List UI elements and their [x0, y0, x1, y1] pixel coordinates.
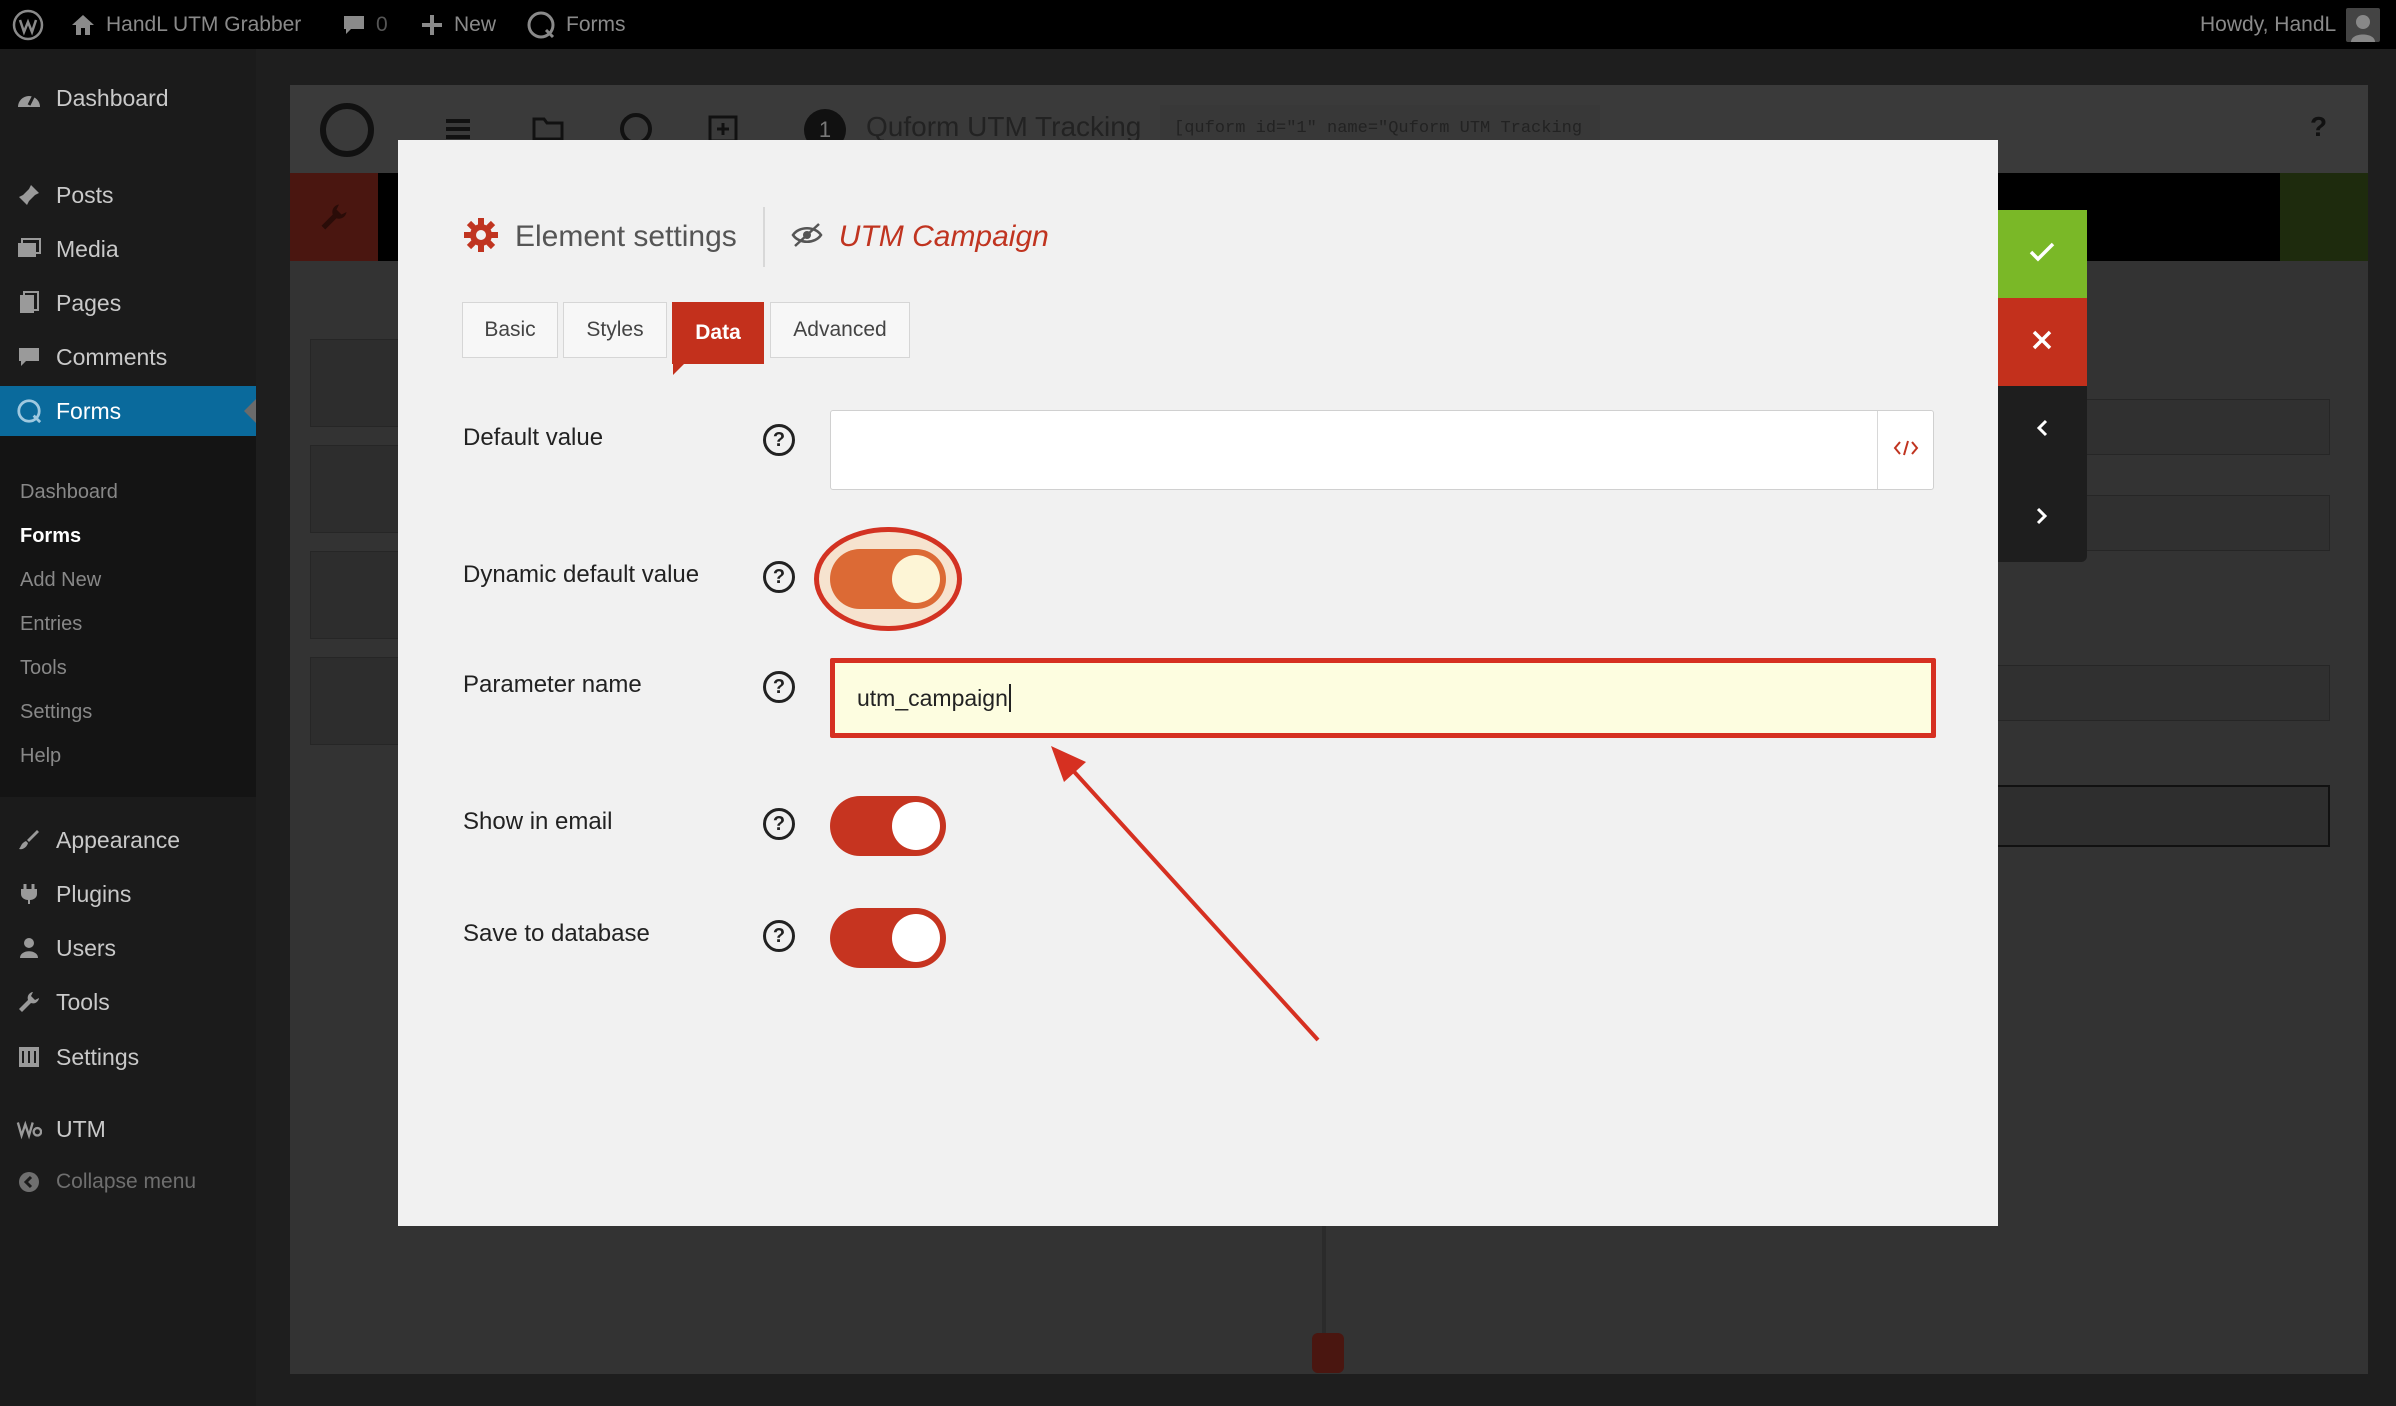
sidebar-item-utm[interactable]: UTM: [0, 1104, 256, 1154]
wrench-icon: [16, 989, 42, 1015]
submenu-tools[interactable]: Tools: [20, 657, 67, 680]
quform-icon: [16, 398, 42, 424]
comments-link[interactable]: 0: [342, 0, 388, 49]
wordpress-logo-icon[interactable]: [12, 0, 44, 49]
confirm-button[interactable]: [1997, 210, 2087, 298]
chevron-right-icon: [2035, 506, 2049, 531]
sidebar-item-label: Comments: [56, 343, 168, 370]
sidebar-item-label: Appearance: [56, 826, 181, 853]
sidebar-item-settings[interactable]: Settings: [0, 1032, 256, 1082]
comment-icon: [342, 13, 366, 37]
form-title: Quform UTM Tracking: [866, 111, 1142, 142]
sidebar-item-label: Plugins: [56, 880, 132, 907]
sidebar-item-label: Posts: [56, 181, 114, 208]
home-icon: [70, 13, 96, 37]
connector-line: [1322, 1225, 1326, 1335]
sidebar-item-label: Forms: [56, 397, 122, 424]
submenu-dashboard[interactable]: Dashboard: [20, 481, 118, 504]
wrench-icon[interactable]: [290, 173, 378, 261]
new-content-link[interactable]: New: [420, 0, 496, 49]
sidebar-item-users[interactable]: Users: [0, 923, 256, 973]
sidebar-item-plugins[interactable]: Plugins: [0, 869, 256, 919]
next-element-button[interactable]: [1997, 474, 2087, 562]
plus-icon: [420, 13, 444, 37]
check-icon: [2029, 242, 2055, 267]
quform-logo-icon: [320, 103, 374, 157]
collapse-icon: [16, 1169, 42, 1195]
element-card[interactable]: [310, 445, 410, 533]
sidebar-item-label: Users: [56, 934, 117, 961]
comments-count: 0: [376, 12, 388, 36]
previous-element-button[interactable]: [1997, 386, 2087, 474]
media-icon: [16, 236, 42, 262]
sidebar-item-posts[interactable]: Posts: [0, 170, 256, 220]
sidebar-item-pages[interactable]: Pages: [0, 278, 256, 328]
sidebar-item-label: Collapse menu: [56, 1170, 197, 1193]
drag-handle[interactable]: [1312, 1333, 1344, 1373]
chevron-left-icon: [2035, 418, 2049, 443]
utm-icon: [16, 1116, 42, 1142]
submenu-help[interactable]: Help: [20, 745, 61, 768]
forms-link[interactable]: Forms: [526, 0, 626, 49]
sidebar-item-label: Dashboard: [56, 84, 169, 111]
submenu-forms[interactable]: Forms: [20, 525, 81, 548]
my-account[interactable]: Howdy, HandL: [2200, 0, 2381, 49]
admin-bar: HandL UTM Grabber 0 New Forms Howdy, Han…: [0, 0, 2396, 49]
site-name-link[interactable]: HandL UTM Grabber: [70, 0, 301, 49]
sidebar-item-forms[interactable]: Forms: [0, 386, 256, 436]
sidebar-item-label: Tools: [56, 988, 110, 1015]
submenu-add-new[interactable]: Add New: [20, 569, 101, 592]
sidebar-collapse-menu[interactable]: Collapse menu: [0, 1157, 256, 1207]
plug-icon: [16, 881, 42, 907]
forms-label: Forms: [566, 12, 626, 36]
new-label: New: [454, 12, 497, 36]
element-card[interactable]: [310, 339, 410, 427]
sidebar-item-dashboard[interactable]: Dashboard: [0, 73, 256, 123]
sidebar-item-tools[interactable]: Tools: [0, 977, 256, 1027]
sidebar-item-label: Pages: [56, 289, 122, 316]
sidebar-item-media[interactable]: Media: [0, 224, 256, 274]
settings-icon: [16, 1044, 42, 1070]
quform-icon: [526, 10, 556, 40]
sidebar-item-label: Media: [56, 235, 119, 262]
element-card[interactable]: [310, 551, 410, 639]
comment-icon: [16, 344, 42, 370]
admin-sidebar: Dashboard Forms Add New Entries Tools Se…: [0, 49, 256, 1406]
avatar: [2346, 7, 2381, 42]
pages-icon: [16, 290, 42, 316]
user-icon: [16, 935, 42, 961]
sidebar-item-label: UTM: [56, 1115, 106, 1142]
cancel-button[interactable]: [1997, 298, 2087, 386]
dashboard-icon: [16, 85, 42, 111]
submenu-settings[interactable]: Settings: [20, 701, 92, 724]
greeting: Howdy, HandL: [2200, 12, 2337, 36]
save-icon[interactable]: [2280, 173, 2368, 261]
sidebar-item-appearance[interactable]: Appearance: [0, 815, 256, 865]
element-settings-modal: Element settings UTM Campaign Basic Styl…: [398, 140, 1998, 1226]
element-card[interactable]: [310, 657, 410, 745]
site-name: HandL UTM Grabber: [106, 12, 302, 36]
annotation-arrow: [1051, 746, 1320, 1042]
background-field: [1996, 785, 2330, 847]
submenu-entries[interactable]: Entries: [20, 613, 82, 636]
help-icon[interactable]: ?: [2310, 111, 2327, 143]
background-field: [1996, 665, 2330, 721]
close-icon: [2031, 329, 2053, 356]
pin-icon: [16, 182, 42, 208]
sidebar-item-label: Settings: [56, 1043, 140, 1070]
sidebar-item-comments[interactable]: Comments: [0, 332, 256, 382]
forms-submenu: Dashboard Forms Add New Entries Tools Se…: [0, 419, 256, 797]
brush-icon: [16, 827, 42, 853]
